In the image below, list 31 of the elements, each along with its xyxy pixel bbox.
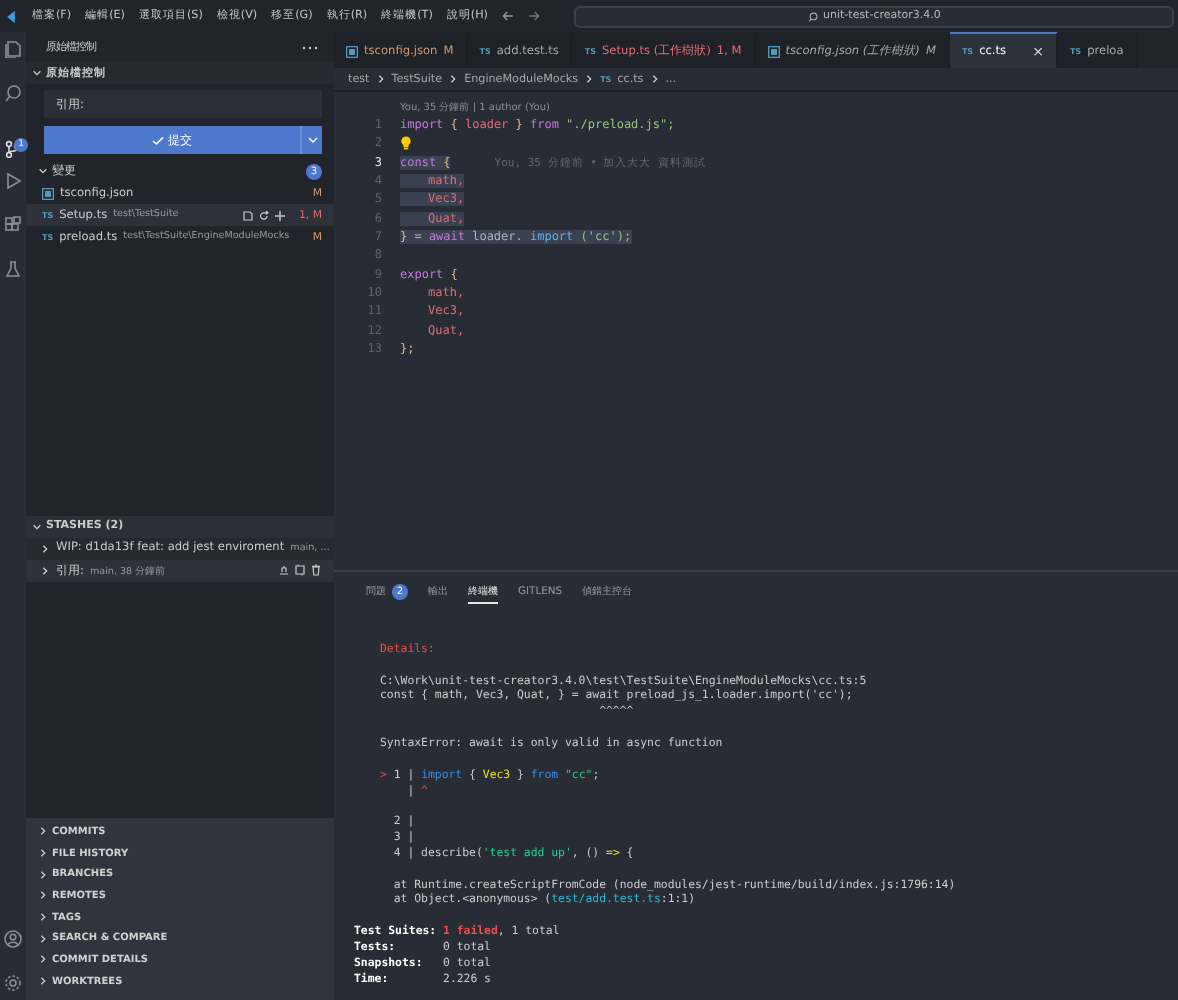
flask-icon[interactable] [4,260,22,278]
more-actions-icon[interactable] [302,41,318,53]
search-icon[interactable] [4,84,22,102]
chevron-icon [40,543,50,553]
json-file-icon [42,187,54,199]
extensions-icon[interactable] [4,216,22,234]
run-debug-icon[interactable] [4,172,22,190]
check-icon [152,135,164,145]
breadcrumb-separator-icon [448,74,459,84]
settings-icon[interactable] [4,974,22,992]
files-icon[interactable] [4,40,22,58]
forward-arrow-icon[interactable] [527,10,540,22]
back-arrow-icon[interactable] [501,10,514,22]
chevron-icon [40,565,50,575]
lightbulb-icon[interactable] [400,136,412,151]
chevron-icon [32,521,42,531]
chevron-icon [38,166,48,176]
breadcrumb-separator-icon [649,74,660,84]
json-file-icon [346,45,358,57]
breadcrumb-separator-icon [375,74,386,84]
breadcrumb-separator-icon [584,74,595,84]
search-icon [807,11,818,21]
json-file-icon [767,45,780,57]
chevron-icon [307,136,317,144]
account-icon[interactable] [4,930,22,948]
discard-icon[interactable] [258,209,271,221]
app-logo-icon [4,9,18,23]
open-file-icon[interactable] [242,209,255,221]
chevron-icon [32,68,42,78]
plus-icon[interactable] [274,209,287,221]
trash-icon[interactable] [310,564,322,576]
